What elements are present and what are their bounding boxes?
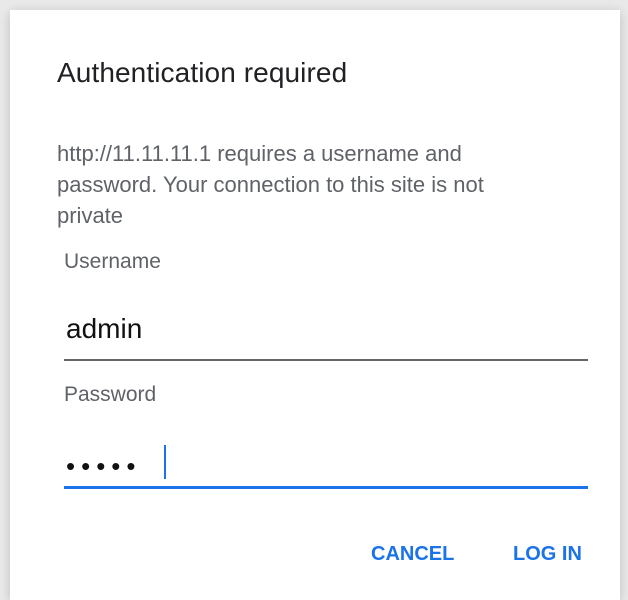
dialog-title: Authentication required [57,57,348,88]
login-button[interactable]: LOG IN [513,543,582,566]
password-label: Password [64,383,157,406]
text-cursor [164,445,166,479]
password-masked-value: ••••• [66,451,142,481]
cancel-button[interactable]: CANCEL [371,543,454,566]
username-field[interactable]: admin [64,313,588,361]
username-value: admin [66,313,143,344]
password-field[interactable]: ••••• [64,441,588,489]
authentication-dialog: Authentication required http://11.11.11.… [10,10,620,600]
page: Authentication required http://11.11.11.… [0,0,628,600]
username-label: Username [64,250,161,273]
dialog-message: http://11.11.11.1 requires a username an… [57,141,484,228]
